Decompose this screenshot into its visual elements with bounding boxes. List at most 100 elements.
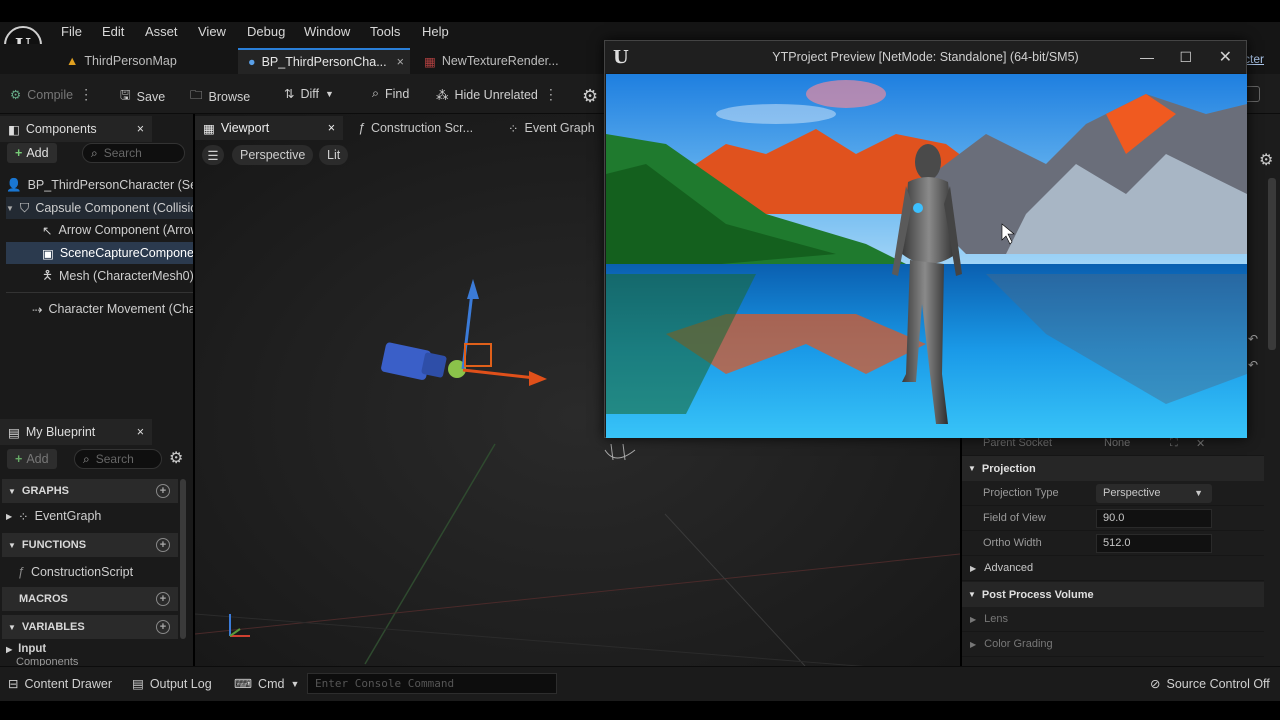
ortho-width-label: Ortho Width bbox=[983, 537, 1042, 549]
reset-arrow-icon[interactable]: ↶ bbox=[1248, 358, 1258, 372]
source-control-button[interactable]: ⊘ Source Control Off bbox=[1150, 676, 1270, 692]
graphs-section[interactable]: ▼ GRAPHS + bbox=[2, 479, 178, 503]
menu-debug[interactable]: Debug bbox=[247, 24, 285, 39]
browse-button[interactable]: 🗀 Browse bbox=[190, 86, 250, 107]
find-label: Find bbox=[385, 86, 410, 101]
menu-window[interactable]: Window bbox=[304, 24, 350, 39]
tab-bp-thirdpersoncharacter[interactable]: ● BP_ThirdPersonCha... × bbox=[238, 48, 410, 74]
hide-unrelated-button[interactable]: ⁂ Hide Unrelated ⋮ bbox=[436, 86, 558, 103]
class-settings-gear-icon[interactable]: ⚙ bbox=[582, 86, 598, 107]
add-function-icon[interactable]: + bbox=[156, 538, 170, 552]
tab-newtexturerender[interactable]: ▦ NewTextureRender... bbox=[414, 48, 569, 74]
components-search-input[interactable]: ⌕ Search bbox=[82, 143, 185, 163]
functions-section[interactable]: ▼ FUNCTIONS + bbox=[2, 533, 178, 557]
tree-label: BP_ThirdPersonCharacter (Self) bbox=[27, 178, 193, 192]
tree-item-arrow[interactable]: ↖ Arrow Component (Arrow) bbox=[42, 219, 193, 241]
save-button[interactable]: 🖫 Save bbox=[120, 86, 165, 107]
perspective-button[interactable]: Perspective bbox=[232, 145, 314, 165]
tab-event-graph[interactable]: ⁘ Event Graph bbox=[500, 116, 603, 140]
my-blueprint-search-input[interactable]: ⌕ Search bbox=[74, 449, 162, 469]
menu-edit[interactable]: Edit bbox=[102, 24, 124, 39]
tab-thirdpersonmap[interactable]: ▲ ThirdPersonMap bbox=[56, 48, 187, 74]
advanced-expander[interactable]: ▶ Advanced bbox=[962, 556, 1264, 581]
add-component-button[interactable]: + Add bbox=[7, 143, 57, 163]
gear-icon[interactable]: ⚙ bbox=[169, 448, 183, 468]
scrollbar[interactable] bbox=[180, 479, 186, 639]
content-drawer-button[interactable]: ⊟ Content Drawer bbox=[8, 676, 112, 692]
functions-label: FUNCTIONS bbox=[21, 539, 87, 551]
add-variable-icon[interactable]: + bbox=[156, 620, 170, 634]
blueprint-icon: ▤ bbox=[8, 425, 20, 440]
hide-unrelated-options-icon[interactable]: ⋮ bbox=[544, 86, 558, 103]
console-command-input[interactable]: Enter Console Command bbox=[307, 673, 557, 694]
reset-arrow-icon[interactable]: ↶ bbox=[1248, 332, 1258, 346]
menu-file[interactable]: File bbox=[61, 24, 82, 39]
cmd-button[interactable]: ⌨ Cmd ▼ bbox=[234, 676, 299, 692]
tree-item-self[interactable]: 👤 BP_ThirdPersonCharacter (Self) bbox=[6, 174, 193, 196]
components-panel-header[interactable]: ◧ Components × bbox=[0, 116, 152, 142]
post-process-category[interactable]: ▼ Post Process Volume bbox=[962, 582, 1264, 607]
preview-window[interactable]: U YTProject Preview [NetMode: Standalone… bbox=[604, 40, 1247, 438]
add-macro-icon[interactable]: + bbox=[156, 592, 170, 606]
lens-expander[interactable]: ▶ Lens bbox=[962, 607, 1264, 632]
settings-gear-icon[interactable]: ⚙ bbox=[1259, 150, 1273, 170]
projection-type-dropdown[interactable]: Perspective ▼ bbox=[1096, 483, 1212, 503]
tab-construction-script[interactable]: ƒ Construction Scr... bbox=[350, 116, 481, 140]
tree-item-character-movement[interactable]: ⇢ Character Movement (CharMoveComp) bbox=[32, 298, 193, 320]
menu-asset[interactable]: Asset bbox=[145, 24, 178, 39]
close-icon[interactable]: × bbox=[397, 55, 404, 69]
hide-unrelated-label: Hide Unrelated bbox=[454, 87, 538, 102]
close-icon[interactable]: ✕ bbox=[1219, 47, 1232, 67]
projection-category[interactable]: ▼ Projection bbox=[962, 456, 1264, 481]
menu-tools[interactable]: Tools bbox=[370, 24, 400, 39]
maximize-icon[interactable]: ☐ bbox=[1179, 49, 1192, 66]
my-blueprint-title: My Blueprint bbox=[25, 425, 96, 439]
diff-button[interactable]: ⇅ Diff ▼ bbox=[284, 86, 334, 102]
plus-icon: + bbox=[15, 146, 23, 160]
unreal-logo-icon: U bbox=[613, 46, 629, 68]
details-scrollbar[interactable] bbox=[1268, 178, 1276, 350]
construction-script-item[interactable]: ƒ ConstructionScript bbox=[18, 561, 178, 583]
event-graph-item[interactable]: ▶ ⁘ EventGraph bbox=[6, 505, 176, 527]
compile-button[interactable]: ⚙ Compile ⋮ bbox=[10, 86, 93, 103]
add-member-button[interactable]: + Add bbox=[7, 449, 57, 469]
variables-section[interactable]: ▼ VARIABLES + bbox=[2, 615, 178, 639]
cmd-label: Cmd bbox=[258, 676, 285, 691]
menu-view[interactable]: View bbox=[198, 24, 226, 39]
lit-button[interactable]: Lit bbox=[319, 145, 349, 165]
viewport-menu-button[interactable]: ☰ bbox=[202, 145, 224, 165]
color-grading-expander[interactable]: ▶ Color Grading bbox=[962, 632, 1264, 657]
ortho-width-input[interactable]: 512.0 bbox=[1096, 533, 1212, 553]
find-button[interactable]: ⌕ Find bbox=[372, 86, 409, 101]
preview-title-bar[interactable]: U YTProject Preview [NetMode: Standalone… bbox=[605, 41, 1246, 73]
clear-x-icon[interactable]: ✕ bbox=[1196, 437, 1205, 450]
tree-item-scenecapture[interactable]: ▣ SceneCaptureComponent2D bbox=[6, 242, 193, 264]
parent-socket-value[interactable]: None bbox=[1104, 437, 1130, 449]
compile-options-icon[interactable]: ⋮ bbox=[79, 86, 93, 103]
tab-label: Construction Scr... bbox=[370, 121, 474, 135]
capsule-icon: ⛉ bbox=[19, 200, 30, 215]
tree-label: Capsule Component (CollisionCylinder) bbox=[35, 201, 193, 215]
search-placeholder: Search bbox=[95, 452, 134, 466]
parent-class-link[interactable]: cter bbox=[1244, 52, 1264, 66]
tree-item-capsule[interactable]: ▼ ⛉ Capsule Component (CollisionCylinder… bbox=[6, 197, 193, 219]
game-render-view[interactable] bbox=[606, 74, 1247, 438]
tree-item-mesh[interactable]: 🯅 Mesh (CharacterMesh0) bbox=[42, 265, 193, 287]
my-blueprint-panel-header[interactable]: ▤ My Blueprint × bbox=[0, 419, 152, 445]
components-category[interactable]: Components bbox=[16, 656, 176, 666]
macros-section[interactable]: MACROS + bbox=[2, 587, 178, 611]
browse-socket-icon[interactable]: ⛶ bbox=[1170, 437, 1178, 450]
menu-help[interactable]: Help bbox=[422, 24, 449, 39]
save-icon: 🖫 bbox=[120, 88, 131, 102]
close-icon[interactable]: × bbox=[328, 121, 335, 135]
tree-label: Arrow Component (Arrow) bbox=[58, 223, 193, 237]
fov-input[interactable]: 90.0 bbox=[1096, 508, 1212, 528]
close-icon[interactable]: × bbox=[137, 425, 144, 439]
minimize-icon[interactable]: — bbox=[1140, 49, 1154, 65]
tab-viewport[interactable]: ▦ Viewport × bbox=[195, 116, 343, 140]
close-icon[interactable]: × bbox=[137, 122, 144, 136]
add-graph-icon[interactable]: + bbox=[156, 484, 170, 498]
output-log-button[interactable]: ▤ Output Log bbox=[132, 676, 212, 692]
tab-label: Viewport bbox=[220, 121, 270, 135]
diff-label: Diff bbox=[300, 86, 320, 101]
